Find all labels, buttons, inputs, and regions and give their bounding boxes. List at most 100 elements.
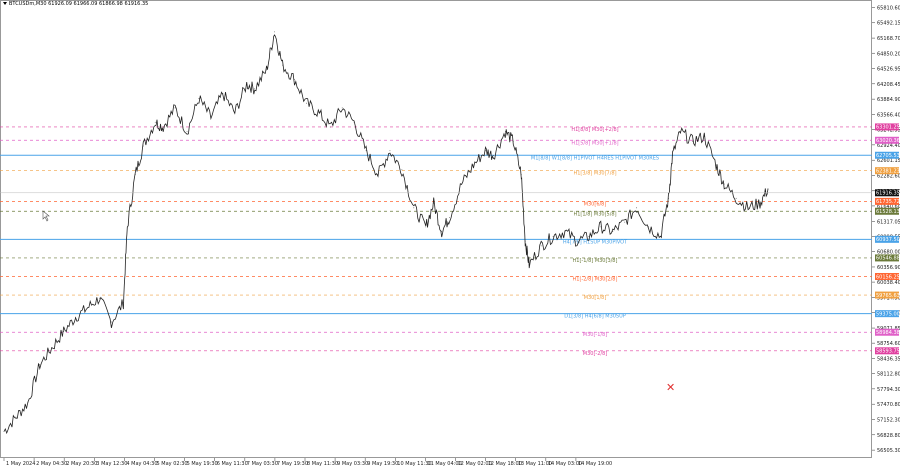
price-point	[552, 235, 554, 237]
price-point	[389, 150, 391, 152]
price-point	[377, 174, 379, 175]
chart-canvas[interactable]: H1[8/8] M30[+2/8] H1[5/8] M30[+1/8] M1[8/8…	[0, 0, 900, 468]
y-tick-label: 56828.80	[877, 433, 900, 439]
x-tick-label: 5 May 02:30	[157, 461, 188, 467]
price-point	[680, 131, 681, 133]
price-point	[317, 112, 319, 114]
price-point	[425, 226, 427, 228]
price-point	[246, 83, 248, 85]
price-tag-label: 62381.23	[876, 168, 900, 174]
price-point	[122, 302, 124, 304]
level-label: H4[7/8] H1SUP M30PIVOT	[563, 239, 628, 245]
price-point	[413, 207, 415, 209]
collapse-triangle-icon[interactable]	[3, 2, 7, 5]
x-tick-label: 9 May 03:30	[337, 461, 368, 467]
price-point	[691, 140, 693, 142]
y-tick-label: 63884.90	[877, 97, 900, 103]
price-point	[747, 207, 749, 209]
current-price-label: 61916.35	[876, 191, 900, 197]
price-point	[111, 321, 112, 323]
x-tick-label: 7 May 03:30	[247, 461, 278, 467]
x-tick-label: 9 May 19:30	[367, 461, 398, 467]
price-tag-label: 61528.13	[876, 209, 900, 215]
level-label: H1[1/8] M30[5/8]	[573, 211, 616, 217]
price-tag-label: 62705.53	[876, 153, 900, 159]
price-tag-label: 59765.63	[876, 293, 900, 299]
level-label: M30[6/8]	[584, 201, 607, 207]
x-tick-label: 5 May 19:30	[187, 461, 218, 467]
y-tick-label: 61317.05	[877, 219, 900, 225]
y-tick-label: 60356.90	[877, 265, 900, 271]
y-tick-label: 64208.45	[877, 82, 900, 88]
y-tick-label: 57152.30	[877, 417, 900, 423]
price-point	[39, 364, 41, 366]
price-point	[266, 69, 268, 71]
ohlc-values: 61926.09 61966.09 61866.98 61916.35	[48, 1, 149, 7]
price-point	[234, 112, 236, 114]
x-tick-label: 8 May 11:30	[307, 461, 338, 467]
price-point	[154, 121, 156, 123]
price-tag-label: 63020.36	[876, 138, 900, 144]
level-label: H1[5/8] M30[+1/8]	[571, 140, 618, 146]
price-point	[624, 221, 626, 223]
y-tick-label: 56505.30	[877, 448, 900, 454]
price-point	[759, 202, 761, 204]
price-point	[75, 316, 77, 318]
price-point	[524, 240, 526, 242]
price-point	[51, 347, 53, 349]
price-point	[254, 88, 256, 90]
y-tick-label: 64850.20	[877, 51, 900, 57]
price-point	[134, 174, 136, 175]
price-point	[306, 102, 307, 104]
price-tag-label: 58984.38	[876, 330, 900, 336]
x-tick-label: 6 May 11:30	[217, 461, 248, 467]
y-tick-label: 64526.95	[877, 67, 900, 73]
price-point	[274, 31, 275, 33]
price-point	[433, 202, 435, 204]
price-point	[588, 235, 590, 237]
price-point	[668, 197, 669, 199]
plot-area[interactable]	[0, 0, 872, 458]
price-point	[672, 155, 673, 156]
y-tick-label: 60038.40	[877, 280, 900, 286]
price-point	[735, 197, 737, 199]
price-tag-label: 63301.25	[876, 125, 900, 131]
level-label: M30[-2/8]	[583, 351, 607, 357]
price-point	[353, 121, 355, 123]
price-point	[461, 183, 462, 185]
price-point	[15, 416, 17, 418]
y-tick-label: 63566.40	[877, 112, 900, 118]
x-tick-label: 1 May 2024	[6, 461, 35, 467]
price-point	[512, 140, 514, 142]
y-axis: 65810.60 65492.15 65168.70 64850.20 64526.95…	[872, 6, 900, 454]
y-tick-label: 62601.15	[877, 158, 900, 164]
y-tick-label: 58112.80	[877, 372, 900, 378]
level-label: H1[-2/8] M30[2/8]	[573, 277, 618, 283]
price-point	[174, 107, 176, 109]
price-point	[282, 64, 283, 66]
price-point	[723, 183, 725, 185]
x-tick-label: 2 May 20:30	[66, 461, 97, 467]
price-point	[564, 231, 566, 233]
price-point	[528, 264, 530, 266]
level-label: H1[-1/8] M30[3/8]	[573, 258, 618, 264]
y-tick-label: 65810.60	[877, 6, 900, 12]
price-point	[87, 307, 88, 309]
level-label: H1[8/8] M30[+2/8]	[571, 127, 618, 133]
price-point	[401, 169, 403, 171]
price-point	[3, 430, 5, 432]
price-point	[222, 93, 224, 95]
price-tag-label: 60546.88	[876, 256, 900, 262]
price-point	[648, 226, 649, 228]
close-icon[interactable]: ✕	[666, 382, 675, 393]
price-point	[636, 207, 638, 209]
price-point	[126, 226, 128, 228]
price-tag-label: 60937.50	[876, 237, 900, 243]
price-tag-label: 59375.00	[876, 311, 900, 317]
price-point	[660, 235, 661, 237]
symbol-info: BTCUSDm,M30 61926.09 61966.09 61866.98 6…	[3, 1, 148, 7]
price-point	[142, 145, 144, 147]
y-tick-label: 65492.15	[877, 21, 900, 27]
price-point	[767, 188, 769, 190]
price-tag-label: 61735.72	[876, 199, 900, 205]
